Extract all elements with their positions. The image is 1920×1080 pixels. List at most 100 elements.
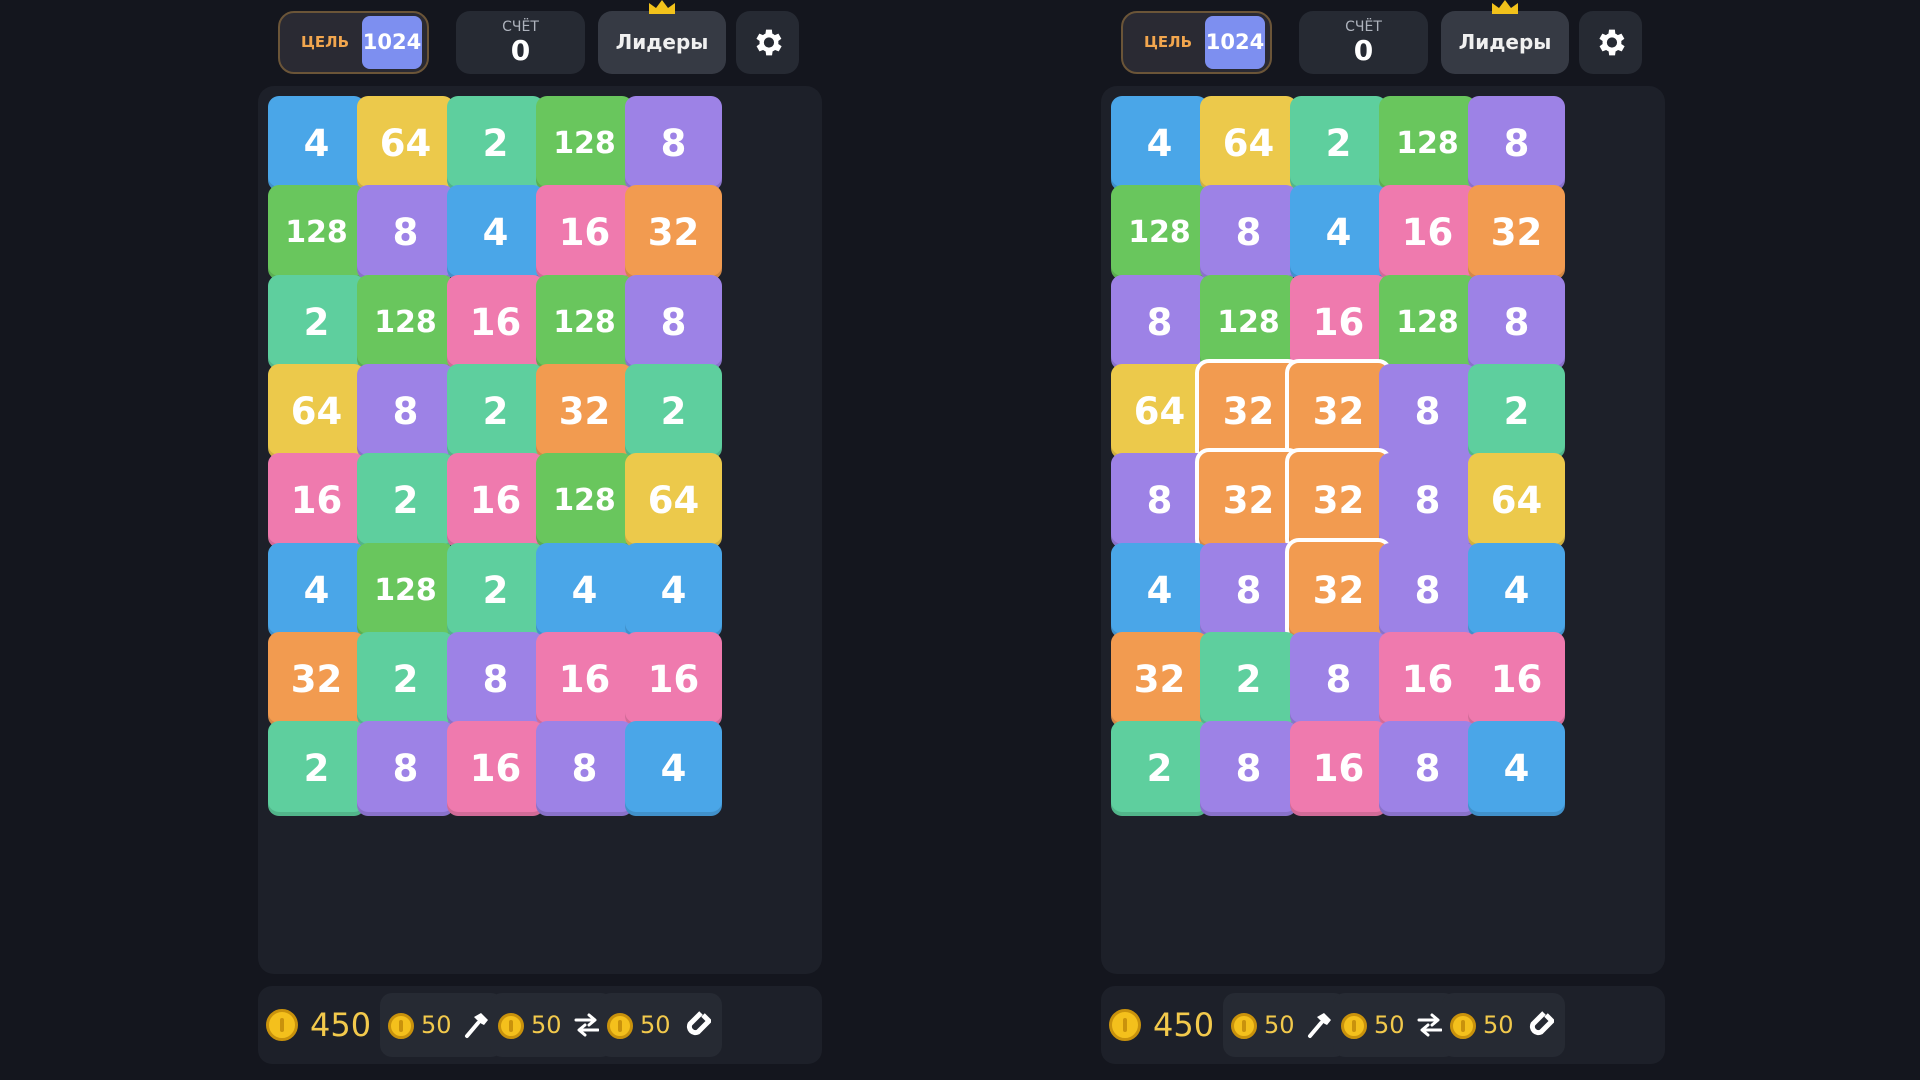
tile[interactable]: 8 <box>357 185 454 280</box>
tile[interactable]: 16 <box>625 632 722 727</box>
tile[interactable]: 64 <box>357 96 454 191</box>
tile[interactable]: 8 <box>1379 543 1476 638</box>
tile[interactable]: 16 <box>1468 632 1565 727</box>
tile[interactable]: 2 <box>625 364 722 459</box>
tile[interactable]: 128 <box>268 185 365 280</box>
leaders-button[interactable]: Лидеры <box>1441 11 1569 74</box>
tile[interactable]: 8 <box>625 275 722 370</box>
tile[interactable]: 8 <box>1290 632 1387 727</box>
goal-value: 1024 <box>1205 16 1265 69</box>
tile[interactable]: 8 <box>357 364 454 459</box>
booster-cost: 50 <box>1374 1011 1405 1039</box>
tile[interactable]: 16 <box>1379 632 1476 727</box>
tile[interactable]: 4 <box>1111 543 1208 638</box>
tile[interactable]: 16 <box>1290 721 1387 816</box>
tile[interactable]: 4 <box>1290 185 1387 280</box>
tile[interactable]: 16 <box>447 275 544 370</box>
tile[interactable]: 4 <box>625 721 722 816</box>
tile[interactable]: 128 <box>536 96 633 191</box>
leaders-button[interactable]: Лидеры <box>598 11 726 74</box>
booster-cost: 50 <box>1264 1011 1295 1039</box>
tile[interactable]: 8 <box>447 632 544 727</box>
tile[interactable]: 2 <box>447 364 544 459</box>
bottom-bar: 450 50 50 50 <box>1101 986 1665 1064</box>
tile[interactable]: 16 <box>1290 275 1387 370</box>
score-box: СЧЁТ 0 <box>1299 11 1428 74</box>
coin-icon <box>1341 1013 1367 1039</box>
tile[interactable]: 2 <box>1290 96 1387 191</box>
booster-magnet[interactable]: 50 <box>1442 993 1565 1057</box>
tile[interactable]: 4 <box>625 543 722 638</box>
tile[interactable]: 128 <box>357 275 454 370</box>
booster-swap[interactable]: 50 <box>1333 993 1456 1057</box>
booster-hammer[interactable]: 50 <box>1223 993 1346 1057</box>
tile[interactable]: 8 <box>1111 275 1208 370</box>
tile[interactable]: 4 <box>536 543 633 638</box>
tile[interactable]: 2 <box>447 543 544 638</box>
tile[interactable]: 16 <box>268 453 365 548</box>
tile[interactable]: 2 <box>268 721 365 816</box>
tile[interactable]: 16 <box>536 185 633 280</box>
tile[interactable]: 128 <box>1379 275 1476 370</box>
coin-icon <box>498 1013 524 1039</box>
tile[interactable]: 4 <box>268 543 365 638</box>
tile[interactable]: 128 <box>536 275 633 370</box>
tile[interactable]: 16 <box>447 721 544 816</box>
booster-swap[interactable]: 50 <box>490 993 613 1057</box>
tile[interactable]: 4 <box>1111 96 1208 191</box>
tile[interactable]: 8 <box>1379 453 1476 548</box>
tile[interactable]: 128 <box>1200 275 1297 370</box>
tile[interactable]: 2 <box>268 275 365 370</box>
settings-button[interactable] <box>1579 11 1642 74</box>
tile[interactable]: 128 <box>1111 185 1208 280</box>
tile[interactable]: 64 <box>1468 453 1565 548</box>
booster-hammer[interactable]: 50 <box>380 993 503 1057</box>
tile[interactable]: 32 <box>625 185 722 280</box>
tile[interactable]: 2 <box>1468 364 1565 459</box>
game-board: 4 64 2 128 8 128 8 4 16 32 8 128 16 128 8 64 32 32 8 2 8 32 32… <box>1101 86 1665 974</box>
tile[interactable]: 32 <box>1111 632 1208 727</box>
tile[interactable]: 8 <box>1468 275 1565 370</box>
tile[interactable]: 16 <box>536 632 633 727</box>
tile[interactable]: 8 <box>1379 721 1476 816</box>
tile[interactable]: 32 <box>536 364 633 459</box>
booster-cost: 50 <box>531 1011 562 1039</box>
tile[interactable]: 2 <box>1200 632 1297 727</box>
tile[interactable]: 16 <box>1379 185 1476 280</box>
coin-icon <box>388 1013 414 1039</box>
tile[interactable]: 4 <box>268 96 365 191</box>
tile[interactable]: 8 <box>1379 364 1476 459</box>
tile[interactable]: 128 <box>1379 96 1476 191</box>
tile[interactable]: 8 <box>1111 453 1208 548</box>
tile[interactable]: 8 <box>1468 96 1565 191</box>
game-board: 4 64 2 128 8 128 8 4 16 32 2 128 16 128 8 64 8 2 32 2 16 2 16 1… <box>258 86 822 974</box>
tile[interactable]: 2 <box>357 632 454 727</box>
score-value: 0 <box>1353 34 1374 67</box>
tile[interactable]: 64 <box>1111 364 1208 459</box>
tile[interactable]: 32 <box>268 632 365 727</box>
tile[interactable]: 2 <box>357 453 454 548</box>
tile[interactable]: 8 <box>625 96 722 191</box>
tile[interactable]: 32 <box>1285 538 1392 643</box>
tile[interactable]: 8 <box>1200 185 1297 280</box>
tile[interactable]: 8 <box>357 721 454 816</box>
tile[interactable]: 32 <box>1468 185 1565 280</box>
booster-cost: 50 <box>1483 1011 1514 1039</box>
tile[interactable]: 4 <box>447 185 544 280</box>
tile[interactable]: 4 <box>1468 543 1565 638</box>
tile[interactable]: 128 <box>536 453 633 548</box>
tile[interactable]: 8 <box>1200 721 1297 816</box>
settings-button[interactable] <box>736 11 799 74</box>
booster-magnet[interactable]: 50 <box>599 993 722 1057</box>
tile[interactable]: 64 <box>268 364 365 459</box>
tile[interactable]: 8 <box>1200 543 1297 638</box>
tile[interactable]: 64 <box>625 453 722 548</box>
tile[interactable]: 16 <box>447 453 544 548</box>
tile[interactable]: 2 <box>447 96 544 191</box>
tile[interactable]: 128 <box>357 543 454 638</box>
tile[interactable]: 4 <box>1468 721 1565 816</box>
tile[interactable]: 64 <box>1200 96 1297 191</box>
tile[interactable]: 8 <box>536 721 633 816</box>
goal-value: 1024 <box>362 16 422 69</box>
tile[interactable]: 2 <box>1111 721 1208 816</box>
